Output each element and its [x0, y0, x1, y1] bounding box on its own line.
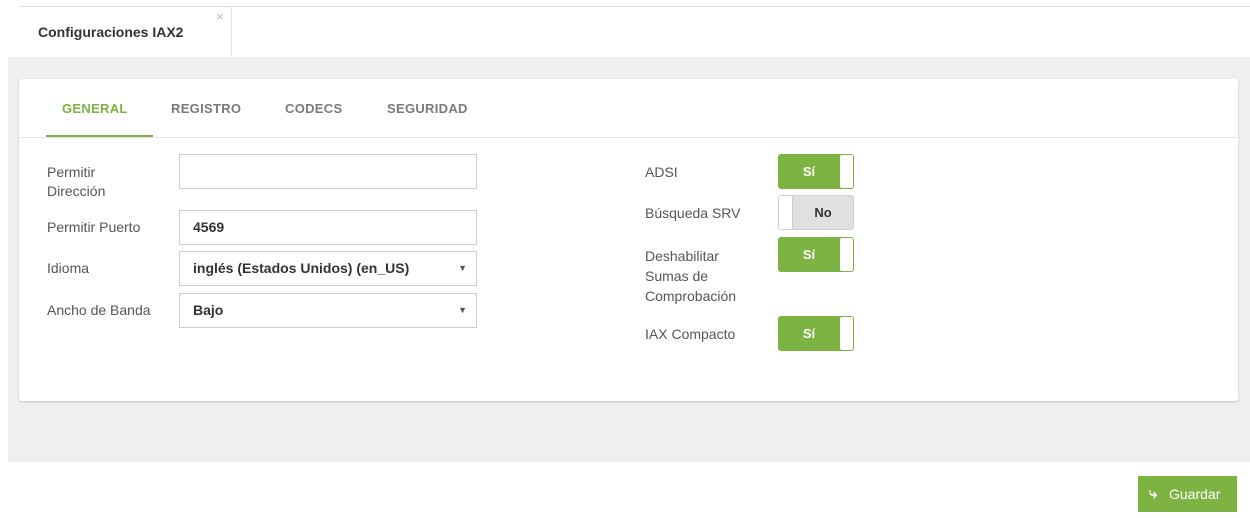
bandwidth-select[interactable]: Bajo ▼ — [179, 293, 477, 328]
adsi-label: ADSI — [645, 164, 678, 180]
language-label: Idioma — [47, 260, 90, 276]
language-select-value: inglés (Estados Unidos) (en_US) — [193, 260, 410, 276]
close-icon[interactable]: × — [216, 9, 224, 24]
toggle-knob — [840, 155, 853, 188]
settings-card: GENERAL REGISTRO CODECS SEGURIDAD Permit… — [19, 79, 1238, 401]
compact-iax-label: IAX Compacto — [645, 326, 736, 342]
save-arrow-icon: ⤷ — [1149, 485, 1158, 502]
active-tab-indicator — [46, 135, 153, 137]
tab-bar: GENERAL REGISTRO CODECS SEGURIDAD — [19, 79, 1238, 138]
srv-lookup-toggle[interactable]: No — [778, 195, 854, 230]
disable-checksums-toggle[interactable]: Sí — [778, 237, 854, 272]
toggle-knob — [779, 196, 793, 229]
srv-lookup-toggle-label: No — [814, 205, 832, 220]
tab-general[interactable]: GENERAL — [62, 101, 128, 116]
tab-codecs[interactable]: CODECS — [285, 101, 342, 116]
adsi-toggle-label: Sí — [802, 164, 816, 179]
bandwidth-select-value: Bajo — [193, 302, 224, 318]
permit-address-label: Permitir Dirección — [47, 164, 106, 199]
permit-port-input[interactable]: 4569 — [179, 210, 477, 245]
srv-lookup-label: Búsqueda SRV — [645, 205, 741, 221]
chevron-down-icon: ▼ — [458, 305, 467, 315]
disable-checksums-toggle-label: Sí — [802, 247, 816, 262]
document-tab[interactable]: Configuraciones IAX2 × — [20, 7, 232, 57]
save-button[interactable]: ⤷ Guardar — [1138, 476, 1237, 512]
tab-seguridad[interactable]: SEGURIDAD — [387, 101, 468, 116]
toggle-knob — [840, 317, 853, 350]
bandwidth-label: Ancho de Banda — [47, 302, 151, 318]
chevron-down-icon: ▼ — [458, 263, 467, 273]
language-select[interactable]: inglés (Estados Unidos) (en_US) ▼ — [179, 251, 477, 286]
adsi-toggle[interactable]: Sí — [778, 154, 854, 189]
tab-registro[interactable]: REGISTRO — [171, 101, 241, 116]
toggle-knob — [840, 238, 853, 271]
permit-port-label: Permitir Puerto — [47, 219, 141, 235]
compact-iax-toggle[interactable]: Sí — [778, 316, 854, 351]
save-button-label: Guardar — [1169, 486, 1221, 502]
permit-address-input[interactable] — [179, 154, 477, 189]
disable-checksums-label: Deshabilitar Sumas de Comprobación — [645, 248, 737, 304]
compact-iax-toggle-label: Sí — [802, 326, 816, 341]
document-tab-title: Configuraciones IAX2 — [38, 24, 184, 40]
